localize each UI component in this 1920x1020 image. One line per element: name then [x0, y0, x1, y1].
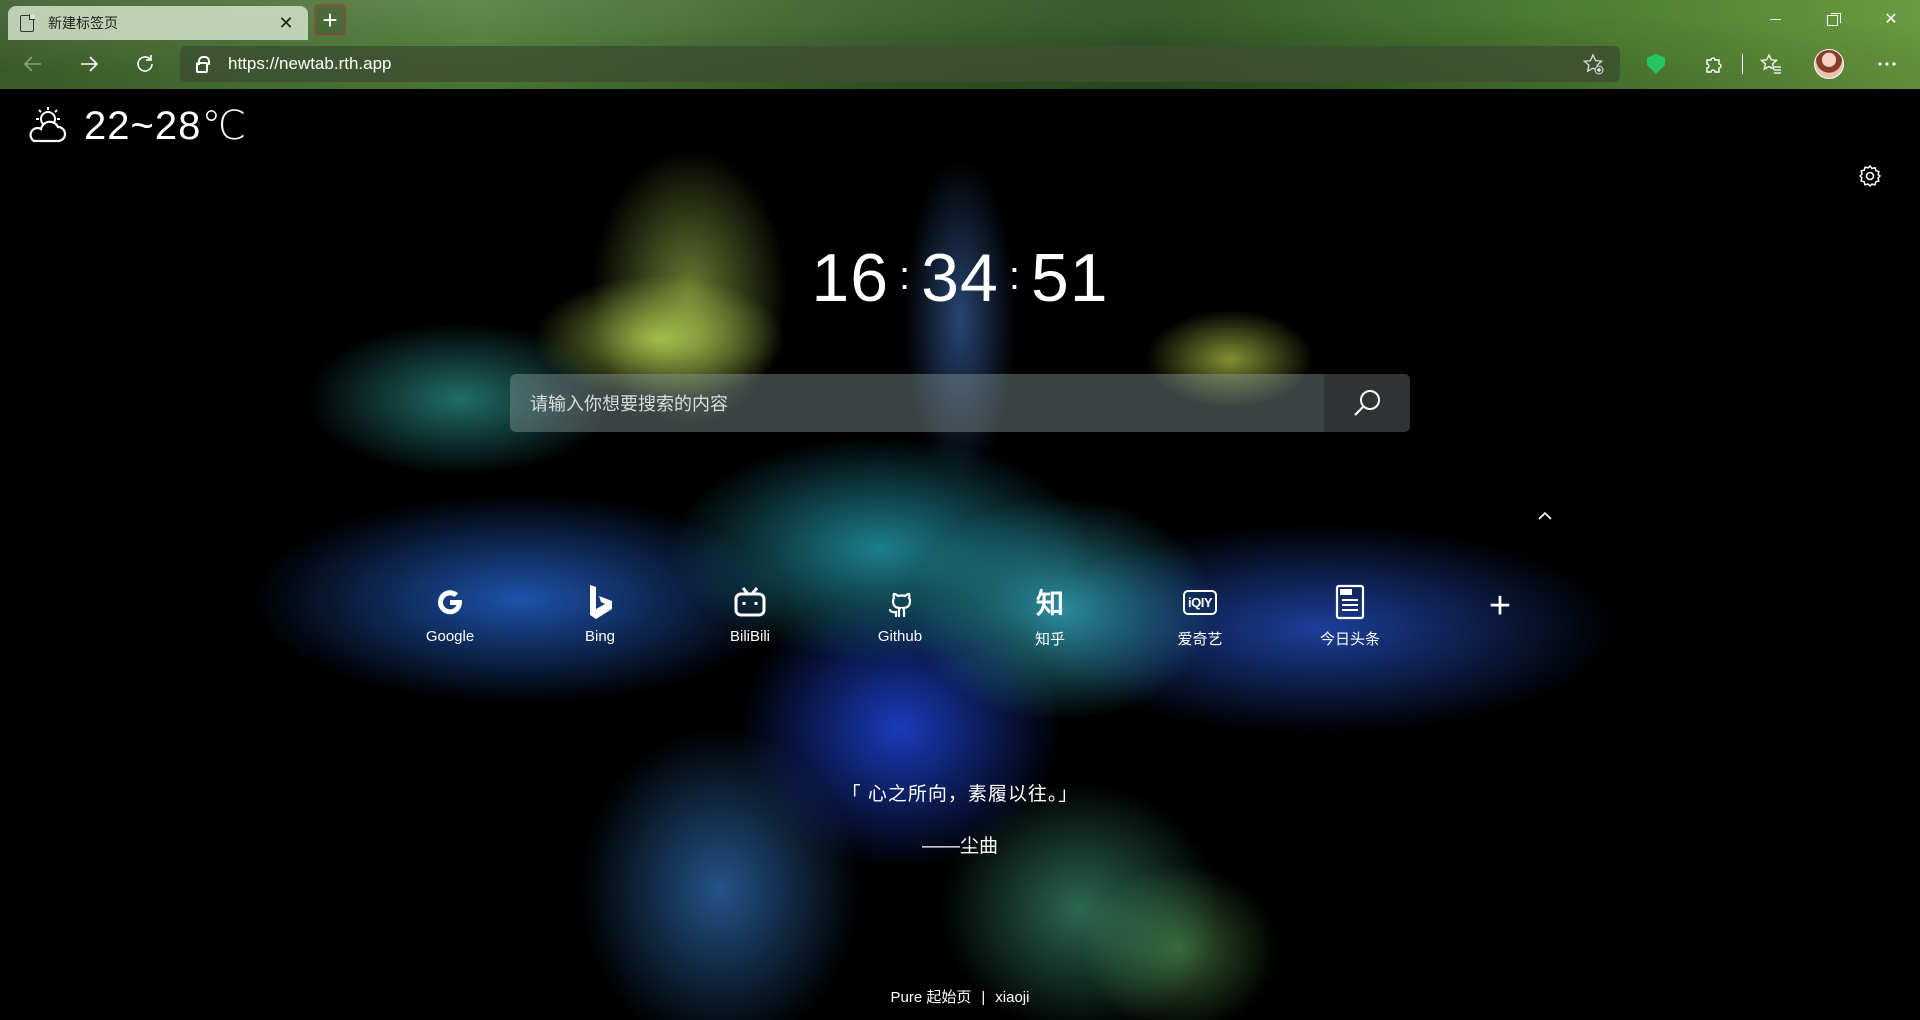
- shortcut-grid: Google Bing BiliBili Github 知 知乎 iQIY 爱奇…: [375, 582, 1575, 649]
- favorites-icon: [1760, 53, 1781, 74]
- more-menu-button[interactable]: [1863, 46, 1911, 82]
- shortcut-bing[interactable]: Bing: [525, 582, 675, 649]
- lock-icon: [196, 55, 210, 73]
- shortcut-iqiyi[interactable]: iQIY 爱奇艺: [1125, 582, 1275, 649]
- shortcut-label: 知乎: [1034, 631, 1065, 648]
- shortcut-label: 爱奇艺: [1177, 631, 1223, 648]
- refresh-button[interactable]: [124, 46, 166, 82]
- browser-toolbar: https://newtab.rth.app: [0, 44, 1920, 84]
- weather-temperature: 22~28℃: [84, 104, 248, 148]
- quote-text: 「 心之所向，素履以往。」: [841, 784, 1079, 805]
- tab-close-button[interactable]: ✕: [276, 13, 296, 33]
- collapse-shortcuts-button[interactable]: [1535, 509, 1555, 523]
- iqiyi-icon: iQIY: [1180, 582, 1220, 622]
- restore-button[interactable]: [1804, 0, 1862, 38]
- clock-seconds: 51: [1030, 240, 1109, 316]
- browser-tab[interactable]: 新建标签页 ✕: [8, 6, 308, 40]
- footer-separator: |: [981, 989, 986, 1006]
- bilibili-icon: [730, 582, 770, 622]
- forward-button[interactable]: [68, 46, 110, 82]
- tab-title: 新建标签页: [48, 15, 118, 31]
- chevron-up-icon: [1538, 511, 1552, 520]
- more-icon: [1878, 62, 1896, 66]
- zhihu-icon: 知: [1035, 588, 1064, 619]
- bing-icon: [580, 582, 620, 622]
- forward-arrow-icon: [81, 56, 99, 72]
- iqiyi-logo-text: iQIY: [1182, 589, 1217, 615]
- window-controls: ✕: [1746, 0, 1920, 38]
- clock-hours: 16: [811, 240, 890, 316]
- clock-separator: :: [899, 254, 912, 298]
- back-arrow-icon: [23, 56, 41, 72]
- search-box: 请输入你想要搜索的内容: [510, 374, 1410, 432]
- shortcut-github[interactable]: Github: [825, 582, 975, 649]
- google-icon: [430, 582, 470, 622]
- close-window-button[interactable]: ✕: [1862, 0, 1920, 38]
- quote-author: ——尘曲: [921, 836, 998, 857]
- puzzle-icon: [1706, 57, 1722, 73]
- toolbar-divider: [1742, 54, 1743, 74]
- adblock-extension-button[interactable]: [1632, 46, 1680, 82]
- toolbar-actions: [1632, 44, 1911, 84]
- gear-icon[interactable]: [1858, 164, 1882, 188]
- shortcut-toutiao[interactable]: 今日头条: [1275, 582, 1425, 649]
- page-icon: [20, 14, 35, 32]
- search-input[interactable]: 请输入你想要搜索的内容: [510, 390, 1324, 416]
- avatar: [1814, 49, 1844, 79]
- footer-brand-link[interactable]: Pure 起始页: [891, 989, 972, 1006]
- address-bar[interactable]: https://newtab.rth.app: [180, 46, 1620, 82]
- footer: Pure 起始页 | xiaoji: [0, 986, 1920, 1007]
- shortcut-bilibili[interactable]: BiliBili: [675, 582, 825, 649]
- url-text: https://newtab.rth.app: [228, 54, 392, 73]
- shortcut-label: Bing: [584, 628, 616, 645]
- shortcut-label: Google: [425, 628, 475, 645]
- weather-widget[interactable]: 22~28℃: [26, 103, 247, 149]
- clock: 16:34:51: [0, 239, 1920, 317]
- refresh-icon: [137, 55, 153, 72]
- clock-separator: :: [1008, 254, 1021, 298]
- add-icon: +: [1488, 584, 1512, 627]
- shortcut-label: 今日头条: [1319, 631, 1380, 648]
- shortcut-label: BiliBili: [729, 628, 770, 645]
- extensions-button[interactable]: [1690, 46, 1738, 82]
- browser-chrome: 新建标签页 ✕ + ✕ https://newtab.rth.app: [0, 0, 1920, 89]
- shortcut-add[interactable]: +: [1425, 582, 1575, 649]
- shortcut-google[interactable]: Google: [375, 582, 525, 649]
- back-button[interactable]: [12, 46, 54, 82]
- profile-button[interactable]: [1805, 46, 1853, 82]
- shield-icon: [1647, 54, 1665, 74]
- footer-author-link[interactable]: xiaoji: [995, 989, 1029, 1006]
- toutiao-icon: [1330, 582, 1370, 622]
- search-icon: [1354, 390, 1380, 416]
- partly-cloudy-icon: [26, 105, 68, 147]
- clock-minutes: 34: [921, 240, 999, 316]
- new-tab-page: 22~28℃ 16:34:51 请输入你想要搜索的内容 Google Bing: [0, 89, 1920, 1020]
- shortcut-zhihu[interactable]: 知 知乎: [975, 582, 1125, 649]
- shortcut-label: Github: [877, 628, 923, 645]
- github-icon: [880, 582, 920, 622]
- favorites-button[interactable]: [1747, 46, 1795, 82]
- search-button[interactable]: [1324, 374, 1410, 432]
- add-favorite-icon[interactable]: [1582, 53, 1604, 75]
- minimize-button[interactable]: [1746, 0, 1804, 38]
- new-tab-button[interactable]: +: [314, 4, 346, 36]
